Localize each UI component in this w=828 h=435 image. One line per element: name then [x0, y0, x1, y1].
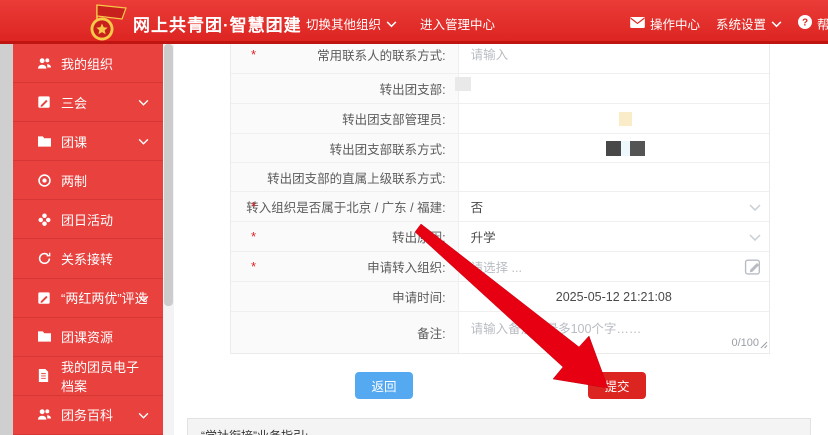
submit-button[interactable]: 提交: [588, 372, 646, 399]
main-content: * 常用联系人的联系方式: 转出团支部: 转出团支部管理员:: [174, 44, 828, 435]
sidebar-item-two-red-two-excellent[interactable]: “两红两优”评选: [13, 279, 163, 318]
form-row-transfer-reason: * 转出原因: 升学: [231, 222, 769, 252]
transfer-form: * 常用联系人的联系方式: 转出团支部: 转出团支部管理员:: [230, 36, 770, 354]
required-asterisk: *: [251, 199, 256, 214]
sidebar-item-league-wiki[interactable]: 团务百科: [13, 396, 163, 435]
field-label: 转出团支部联系方式:: [330, 139, 446, 158]
field-label: 常用联系人的联系方式:: [317, 45, 445, 64]
application-time-value: 2025-05-12 21:21:08: [471, 290, 769, 304]
sidebar-item-my-organization[interactable]: 我的组织: [13, 44, 163, 83]
svg-text:?: ?: [802, 18, 808, 29]
people-icon: [37, 56, 52, 71]
sidebar-item-three-meetings[interactable]: 三会: [13, 83, 163, 122]
league-emblem-logo: [84, 2, 130, 47]
chevron-down-icon: [771, 17, 782, 31]
remark-textarea[interactable]: [471, 318, 763, 340]
target-icon: [37, 173, 52, 188]
app-header: 网上共青团·智慧团建 切换其他组织 进入管理中心 操作中心 系统设置 ? 帮助: [0, 0, 828, 44]
form-row-branch-contact: 转出团支部联系方式:: [231, 134, 769, 163]
chevron-down-icon: [749, 230, 761, 244]
people-icon: [37, 407, 52, 422]
chevron-down-icon: [749, 200, 761, 214]
select-value: 否: [471, 197, 484, 216]
field-label: 转出原因:: [392, 227, 445, 246]
region-select[interactable]: 否: [459, 192, 769, 221]
form-row-out-branch: 转出团支部:: [231, 74, 769, 104]
field-label: 申请时间:: [392, 287, 445, 306]
required-asterisk: *: [251, 229, 256, 244]
document-icon: [37, 368, 52, 383]
redacted-value-block: [619, 112, 632, 126]
guide-title: “学社衔接”业务指引:: [201, 429, 308, 435]
switch-organization-menu[interactable]: 切换其他组织: [306, 14, 397, 33]
form-row-region-select: * 转入组织是否属于北京 / 广东 / 福建: 否: [231, 192, 769, 222]
field-label: 申请转入组织:: [367, 257, 445, 276]
picker-placeholder: 请选择 ...: [471, 257, 522, 276]
back-button[interactable]: 返回: [355, 372, 413, 399]
form-row-target-organization: * 申请转入组织: 请选择 ...: [231, 252, 769, 282]
select-value: 升学: [471, 227, 496, 246]
sidebar-item-member-e-archive[interactable]: 我的团员电子档案: [13, 357, 163, 396]
enter-admin-center-link[interactable]: 进入管理中心: [420, 14, 495, 33]
chevron-down-icon: [138, 290, 149, 305]
form-row-superior-contact: 转出团支部的直属上级联系方式:: [231, 163, 769, 192]
chevron-down-icon: [138, 95, 149, 110]
refresh-icon: [37, 251, 52, 266]
form-row-branch-admin: 转出团支部管理员:: [231, 104, 769, 134]
envelope-icon: [630, 17, 645, 31]
folder-icon: [37, 134, 52, 149]
redacted-value-block: [455, 77, 471, 91]
help-link[interactable]: ? 帮助: [798, 14, 828, 33]
content-scrollbar[interactable]: [163, 44, 174, 435]
field-label: 转出团支部:: [380, 79, 446, 98]
required-asterisk: *: [251, 47, 256, 62]
field-label: 转出团支部管理员:: [342, 109, 445, 128]
folder-icon: [37, 329, 52, 344]
contact-method-input[interactable]: [471, 48, 740, 62]
form-row-remark: 备注: 0/100: [231, 312, 769, 353]
sidebar-item-class-resources[interactable]: 团课资源: [13, 318, 163, 357]
edit-icon[interactable]: [744, 257, 764, 277]
sidebar-item-two-systems[interactable]: 两制: [13, 161, 163, 200]
pencil-square-icon: [37, 95, 52, 110]
sidebar-item-league-class[interactable]: 团课: [13, 122, 163, 161]
activity-flower-icon: [37, 212, 52, 227]
sidebar-nav: 我的组织 三会 团课 两制 团日活动 关系接转: [13, 44, 163, 435]
app-title: 网上共青团·智慧团建: [133, 11, 302, 36]
field-label: 备注:: [417, 323, 445, 342]
form-row-application-time: 申请时间: 2025-05-12 21:21:08: [231, 282, 769, 312]
chevron-down-icon: [138, 407, 149, 422]
required-asterisk: *: [251, 259, 256, 274]
pencil-square-icon: [37, 290, 52, 305]
chevron-down-icon: [138, 134, 149, 149]
operation-center-link[interactable]: 操作中心: [630, 14, 700, 33]
scrollbar-thumb[interactable]: [164, 44, 173, 306]
system-settings-menu[interactable]: 系统设置: [716, 14, 782, 33]
field-label: 转入组织是否属于北京 / 广东 / 福建:: [246, 197, 445, 216]
chevron-down-icon: [386, 17, 397, 31]
resize-handle-icon[interactable]: [760, 338, 768, 352]
sidebar-item-relation-transfer[interactable]: 关系接转: [13, 239, 163, 278]
char-counter: 0/100: [731, 337, 759, 349]
help-icon: ?: [798, 15, 812, 32]
page-left-gutter: [0, 44, 13, 435]
guide-panel: “学社衔接”业务指引:: [187, 418, 811, 435]
field-label: 转出团支部的直属上级联系方式:: [267, 168, 445, 187]
redacted-value-block: [606, 141, 645, 156]
transfer-reason-select[interactable]: 升学: [459, 222, 769, 251]
sidebar-item-league-day-activity[interactable]: 团日活动: [13, 200, 163, 239]
